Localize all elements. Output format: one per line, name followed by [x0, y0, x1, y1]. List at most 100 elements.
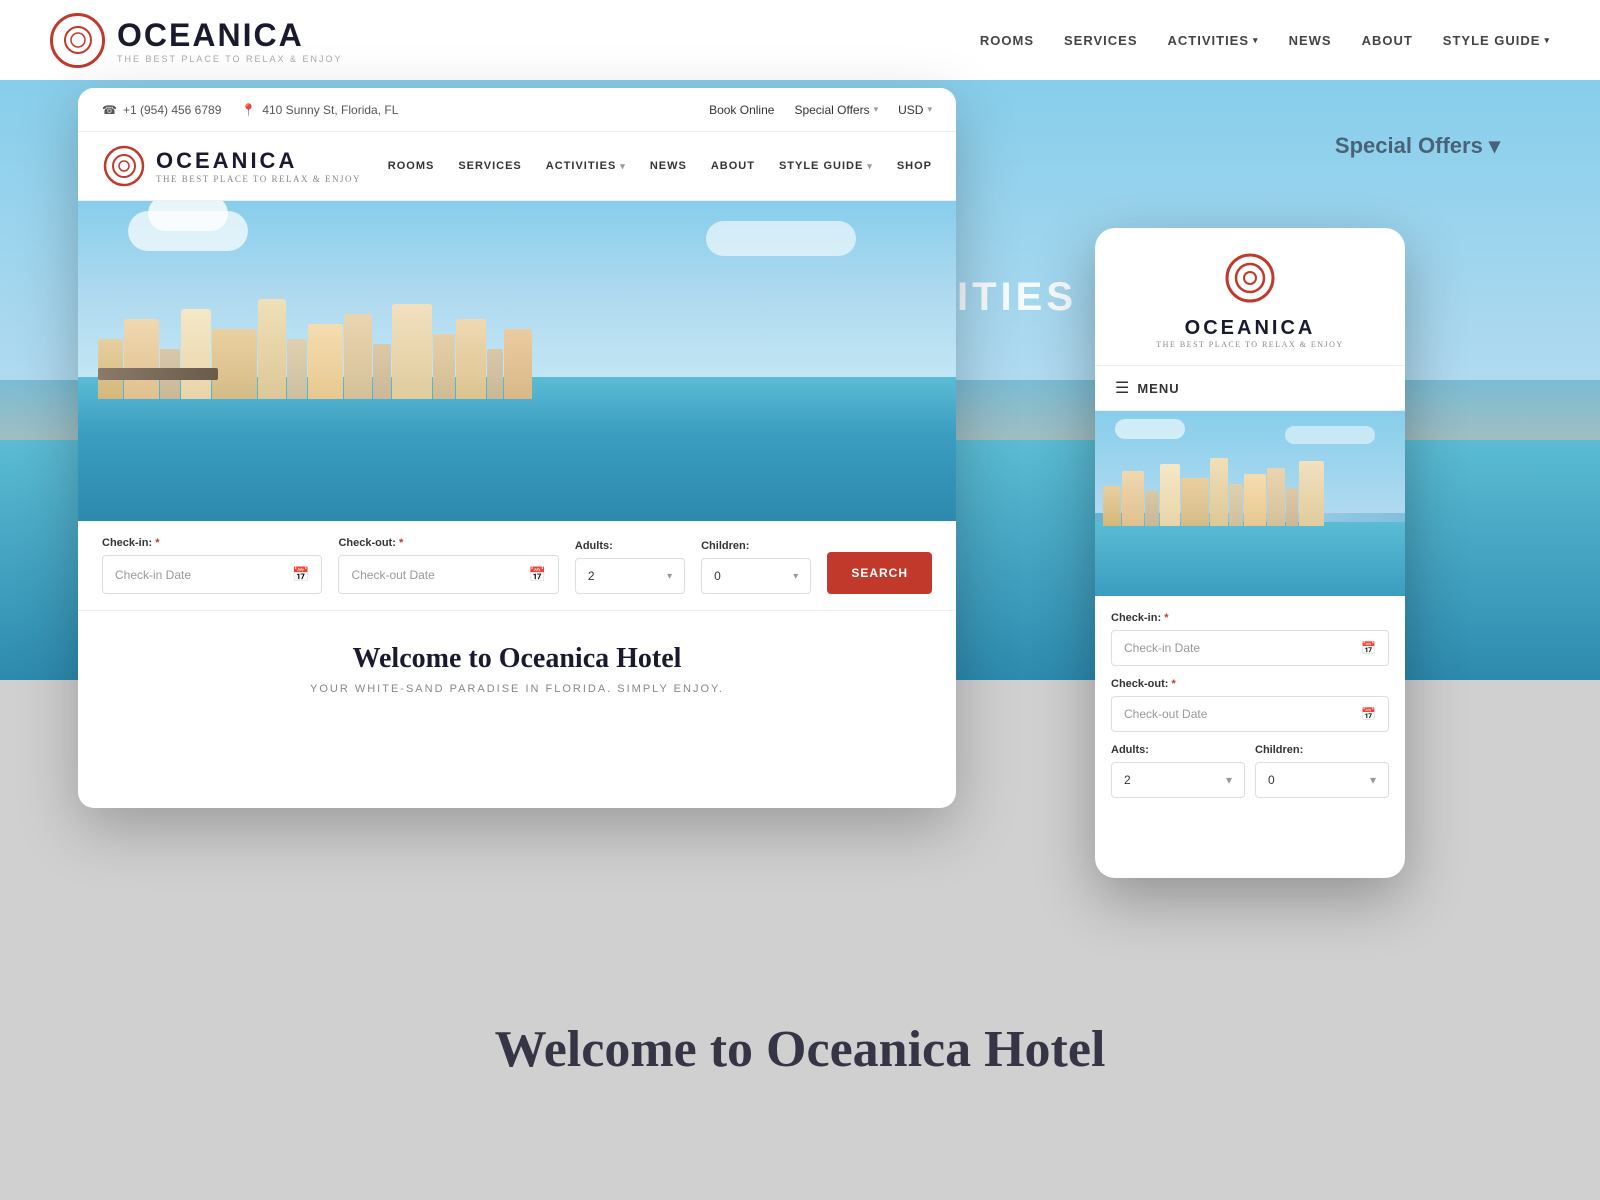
bg-nav-style-guide[interactable]: STYLE GUIDE ▾	[1443, 33, 1550, 48]
adults-select[interactable]: 2 ▾	[575, 558, 685, 594]
bg-nav-services[interactable]: SERVICES	[1064, 33, 1138, 48]
mobile-logo-tagline: THE BEST PLACE TO RELAX & ENJOY	[1115, 340, 1385, 349]
mobile-children-arrow: ▾	[1370, 773, 1376, 787]
special-offers-area: Special Offers ▾	[1335, 133, 1500, 159]
adults-group: Adults: 2 ▾	[575, 540, 685, 594]
mobile-checkout-input[interactable]: Check-out Date 📅	[1111, 696, 1389, 732]
checkout-required: *	[399, 537, 403, 549]
nav-shop[interactable]: SHOP	[897, 160, 932, 172]
address-text: 410 Sunny St, Florida, FL	[262, 103, 398, 117]
mobile-adults-value: 2	[1124, 773, 1131, 787]
phone-number: +1 (954) 456 6789	[123, 103, 221, 117]
mobile-checkin-required: *	[1164, 612, 1168, 624]
checkin-label: Check-in: *	[102, 537, 322, 549]
checkin-group: Check-in: * Check-in Date 📅	[102, 537, 322, 594]
bg-logo-name: OCEANICA	[117, 17, 343, 54]
mobile-children-label: Children:	[1255, 744, 1389, 756]
mobile-cloud1	[1115, 419, 1185, 439]
special-offers-text[interactable]: Special Offers ▾	[1335, 133, 1500, 158]
mobile-hero-buildings	[1095, 461, 1405, 526]
bg-nav-news[interactable]: NEWS	[1289, 33, 1332, 48]
children-label: Children:	[701, 540, 811, 552]
content-title: Welcome to Oceanica Hotel	[102, 643, 932, 675]
mobile-guest-row: Adults: 2 ▾ Children: 0 ▾	[1111, 744, 1389, 810]
mobile-checkin-input[interactable]: Check-in Date 📅	[1111, 630, 1389, 666]
mobile-children-select[interactable]: 0 ▾	[1255, 762, 1389, 798]
mobile-logo-name: OCEANICA	[1115, 317, 1385, 340]
hamburger-icon: ☰	[1115, 378, 1129, 398]
checkin-placeholder: Check-in Date	[115, 568, 191, 582]
currency-dropdown[interactable]: USD ▾	[898, 103, 932, 117]
topbar-right: Book Online Special Offers ▾ USD ▾	[709, 103, 932, 117]
mobile-checkout-label: Check-out: *	[1111, 678, 1389, 690]
mobile-logo-svg	[1224, 252, 1276, 304]
mobile-checkin-group: Check-in: * Check-in Date 📅	[1111, 612, 1389, 666]
mobile-checkin-placeholder: Check-in Date	[1124, 641, 1200, 655]
book-online-link[interactable]: Book Online	[709, 103, 774, 117]
mobile-checkout-group: Check-out: * Check-out Date 📅	[1111, 678, 1389, 732]
mobile-header: OCEANICA THE BEST PLACE TO RELAX & ENJOY	[1095, 228, 1405, 366]
search-button[interactable]: SEARCH	[827, 552, 932, 594]
bg-nav-links: ROOMS SERVICES ACTIVITIES ▾ NEWS ABOUT S…	[980, 33, 1550, 48]
mobile-adults-arrow: ▾	[1226, 773, 1232, 787]
mobile-checkout-required: *	[1172, 678, 1176, 690]
nav-rooms[interactable]: ROOMS	[388, 160, 435, 172]
desktop-logo[interactable]: OCEANICA THE BEST PLACE TO RELAX & ENJOY	[102, 144, 361, 188]
bg-nav-about[interactable]: ABOUT	[1362, 33, 1413, 48]
checkout-calendar-icon: 📅	[528, 566, 545, 583]
nav-news[interactable]: NEWS	[650, 160, 687, 172]
nav-style-guide[interactable]: STYLE GUIDE ▾	[779, 160, 873, 172]
desktop-booking-form: Check-in: * Check-in Date 📅 Check-out: *…	[78, 521, 956, 611]
mobile-adults-group: Adults: 2 ▾	[1111, 744, 1245, 798]
bg-logo-tagline: THE BEST PLACE TO RELAX & ENJOY	[117, 54, 343, 64]
mobile-checkin-calendar: 📅	[1361, 641, 1376, 655]
phone-icon: ☎	[102, 103, 117, 117]
logo-tagline: THE BEST PLACE TO RELAX & ENJOY	[156, 174, 361, 184]
mobile-adults-select[interactable]: 2 ▾	[1111, 762, 1245, 798]
children-value: 0	[714, 569, 721, 583]
mobile-menu-bar[interactable]: ☰ MENU	[1095, 366, 1405, 411]
nav-services[interactable]: SERVICES	[458, 160, 521, 172]
bg-nav-rooms[interactable]: ROOMS	[980, 33, 1034, 48]
checkout-input[interactable]: Check-out Date 📅	[338, 555, 558, 594]
children-group: Children: 0 ▾	[701, 540, 811, 594]
checkout-group: Check-out: * Check-out Date 📅	[338, 537, 558, 594]
desktop-header: OCEANICA THE BEST PLACE TO RELAX & ENJOY…	[78, 132, 956, 201]
children-select[interactable]: 0 ▾	[701, 558, 811, 594]
checkout-placeholder: Check-out Date	[351, 568, 434, 582]
bg-bottom-section: Welcome to Oceanica Hotel	[0, 1000, 1600, 1200]
desktop-card: ☎ +1 (954) 456 6789 📍 410 Sunny St, Flor…	[78, 88, 956, 808]
hero-buildings	[78, 278, 956, 400]
children-arrow: ▾	[793, 571, 798, 582]
mobile-hero-sea	[1095, 522, 1405, 596]
mobile-hero	[1095, 411, 1405, 596]
desktop-nav: ROOMS SERVICES ACTIVITIES ▾ NEWS ABOUT S…	[388, 160, 932, 172]
bg-nav-activities[interactable]: ACTIVITIES ▾	[1168, 33, 1259, 48]
bg-bottom-title: Welcome to Oceanica Hotel	[495, 1020, 1106, 1079]
mobile-card: OCEANICA THE BEST PLACE TO RELAX & ENJOY…	[1095, 228, 1405, 878]
adults-label: Adults:	[575, 540, 685, 552]
mobile-children-group: Children: 0 ▾	[1255, 744, 1389, 798]
nav-about[interactable]: ABOUT	[711, 160, 755, 172]
topbar-phone: ☎ +1 (954) 456 6789	[102, 103, 221, 117]
mobile-adults-label: Adults:	[1111, 744, 1245, 756]
mobile-checkout-calendar: 📅	[1361, 707, 1376, 721]
logo-svg	[102, 144, 146, 188]
bg-logo-circle	[50, 13, 105, 68]
currency-chevron: ▾	[927, 104, 932, 115]
mobile-children-value: 0	[1268, 773, 1275, 787]
desktop-content: Welcome to Oceanica Hotel YOUR WHITE-SAN…	[78, 611, 956, 727]
mobile-cloud2	[1285, 426, 1375, 444]
checkin-input[interactable]: Check-in Date 📅	[102, 555, 322, 594]
mobile-form: Check-in: * Check-in Date 📅 Check-out: *…	[1095, 596, 1405, 826]
nav-activities[interactable]: ACTIVITIES ▾	[546, 160, 626, 172]
checkout-label: Check-out: *	[338, 537, 558, 549]
logo-text-block: OCEANICA THE BEST PLACE TO RELAX & ENJOY	[156, 148, 361, 184]
checkin-required: *	[155, 537, 159, 549]
adults-value: 2	[588, 569, 595, 583]
mobile-checkout-placeholder: Check-out Date	[1124, 707, 1207, 721]
adults-arrow: ▾	[667, 571, 672, 582]
hero-clouds2	[706, 221, 856, 256]
special-offers-dropdown[interactable]: Special Offers ▾	[794, 103, 878, 117]
content-subtitle: YOUR WHITE-SAND PARADISE IN FLORIDA. SIM…	[102, 683, 932, 695]
